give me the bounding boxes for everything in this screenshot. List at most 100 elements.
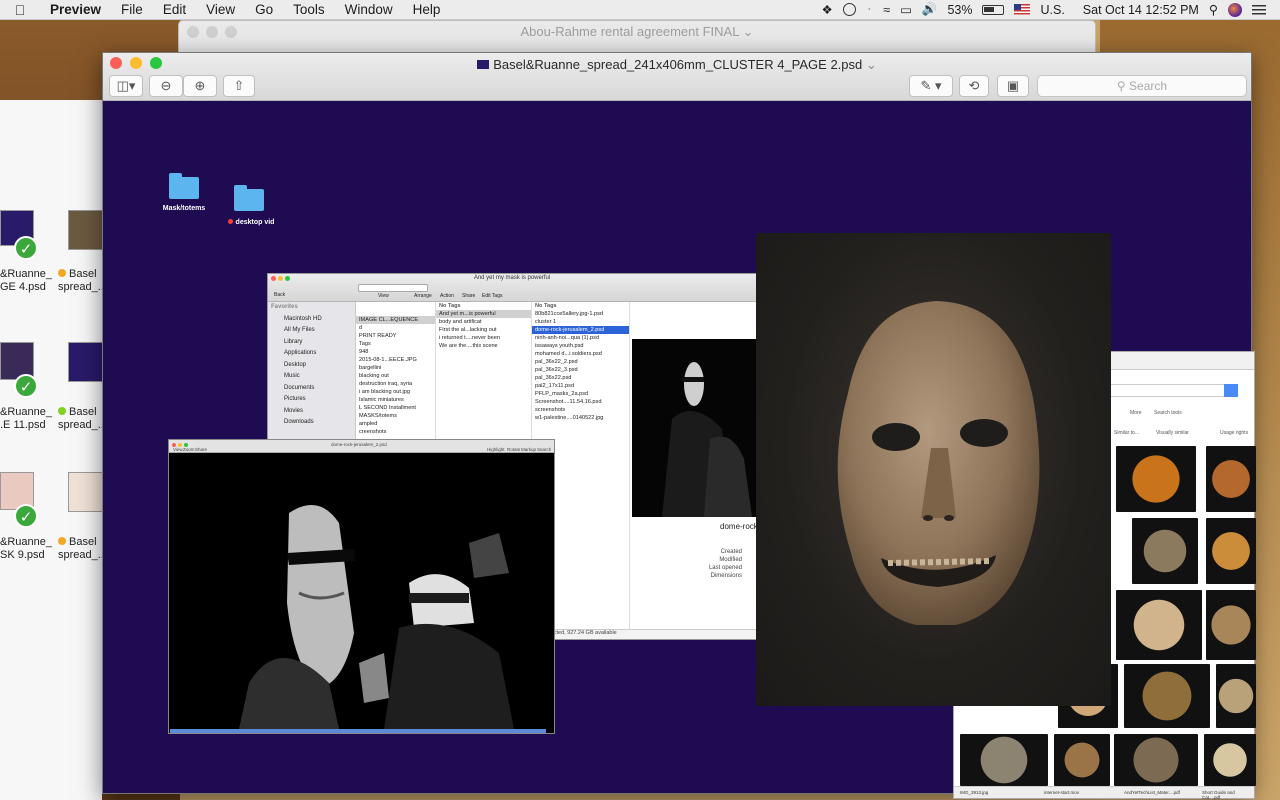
image-result-thumbnail [1132,518,1198,584]
preview-window[interactable]: Basel&Ruanne_spread_241x406mm_CLUSTER 4_… [102,52,1256,800]
toolbox-button[interactable]: ▣ [997,75,1029,97]
download-item: Short Guide and Cat....pdf [1202,790,1235,800]
file-thumbnail[interactable] [68,342,104,382]
input-source[interactable]: U.S. [1040,3,1064,17]
menu-go[interactable]: Go [245,2,283,17]
sidebar-item: Pictures [284,396,306,402]
finder-row: dome-rock-jerusalem_2.psd [532,326,629,334]
finder-row: mohamed d...i soldiers.psd [535,351,602,357]
menu-edit[interactable]: Edit [153,2,196,17]
finder-arrange-label: Arrange [414,293,432,299]
image-result-thumbnail [1206,590,1256,660]
finder-edit-tags-label: Edit Tags [482,293,503,299]
finder-action-label: Action [440,293,454,299]
finder-row: creenshots [359,429,387,435]
share-button[interactable]: ⇧ [223,75,255,97]
finder-row: i am blacking out.jpg [359,389,410,395]
sidebar-toggle-button[interactable]: ◫▾ [109,75,143,97]
toolbar-label: Search [537,447,552,452]
zoom-out-icon: ⊖ [160,78,172,93]
file-name: &Ruanne_ [0,536,52,548]
volume-icon[interactable]: 🔊 [922,2,938,17]
file-name: &Ruanne_ [0,268,52,280]
markup-pen-icon: ✎ ▾ [920,78,942,93]
finder-row: 80b821cce5allery.jpg-1.psd [535,311,603,317]
file-thumbnail[interactable] [68,472,104,512]
menu-help[interactable]: Help [403,2,451,17]
wifi-icon[interactable]: ≈ [883,3,890,17]
menu-window[interactable]: Window [335,2,403,17]
rotate-button[interactable]: ⟲ [959,75,989,97]
menu-bar:  Preview File Edit View Go Tools Window… [0,0,1280,20]
finder-row: Screenshot....11.54.16.psd [535,399,602,405]
finder-row: First the al...lacking out [439,327,497,333]
finder-back-label: Back [274,292,286,298]
synced-check-icon: ✓ [14,504,38,528]
us-flag-icon[interactable] [1014,4,1031,15]
view-mode-segmented-icon [358,284,428,292]
sidebar-item: Documents [284,384,315,391]
dark-photo-image [632,339,756,517]
finder-title: And yet my mask is powerful [473,275,551,281]
dropbox-icon[interactable]: ❖ [821,2,832,17]
finder-row: ampled [359,421,378,427]
finder-share-label: Share [462,293,476,299]
spotlight-search-icon[interactable]: ⚲ [1209,2,1218,17]
window-title: Basel&Ruanne_spread_241x406mm_CLUSTER 4_… [493,57,863,72]
image-result-thumbnail [1116,446,1196,512]
synced-check-icon: ✓ [14,236,38,260]
bluetooth-icon[interactable]: ᛫ [866,3,874,17]
clock[interactable]: Sat Oct 14 12:52 PM [1083,3,1199,17]
markup-button[interactable]: ✎ ▾ [909,75,953,97]
menu-file[interactable]: File [111,2,153,17]
file-name-line2: .E 11.psd [0,419,46,431]
finder-row: We are the....this scene [439,343,498,349]
airplay-icon[interactable]: ▭ [900,2,912,17]
folder-label: Mask/totems [162,205,206,212]
finder-row: pal_36x22_2.psd [535,359,578,365]
red-tag-icon [227,219,233,224]
menu-tools[interactable]: Tools [283,2,335,17]
finder-row: i returned t....never been [439,335,500,341]
zoom-in-button[interactable]: ⊕ [183,75,217,97]
chevron-down-icon[interactable]: ⌄ [866,57,877,72]
finder-row: 948 [359,349,369,355]
finder-row: d [359,325,363,331]
finder-row: PRINT READY [359,333,397,339]
zoom-out-button[interactable]: ⊖ [149,75,183,97]
info-label: Last opened [708,565,742,571]
file-thumbnail[interactable] [68,210,104,250]
creative-cloud-icon[interactable] [842,3,856,16]
toolbar-label: View [173,447,183,452]
orange-tag-icon [58,537,66,545]
sidebar-item: Music [284,373,300,379]
downloads-bar: IMG_3913.jpg internet-start.mov AndYetTe… [954,786,1254,800]
file-name: Basel [69,536,97,548]
column-header: No Tags [535,303,557,309]
stone-mask-image [837,301,1040,625]
finder-window-left[interactable]: ✓ &Ruanne_ GE 4.psd Basel spread_... ✓ &Ru… [0,100,107,800]
folder-icon[interactable] [169,173,199,199]
finder-row: destruction iraq, syria [359,381,413,387]
search-icon: ⚲ [1116,79,1126,93]
battery-icon[interactable] [982,4,1005,15]
sidebar-heading: Favorites [271,304,298,310]
sidebar-item: Library [284,338,303,345]
folder-icon[interactable] [234,185,264,211]
finder-row: Tags [359,341,371,347]
app-menu[interactable]: Preview [40,2,111,17]
finder-row: pal_36x22_3.psd [535,367,578,373]
apple-menu-icon[interactable]:  [0,2,40,18]
toolbar-label: Zoom [183,447,195,452]
menu-view[interactable]: View [196,2,245,17]
search-field[interactable]: ⚲ Search [1037,75,1247,97]
notification-center-icon[interactable] [1252,4,1266,15]
battery-percent[interactable]: 53% [947,3,972,17]
siri-icon[interactable] [1228,2,1242,17]
document-canvas[interactable]: Mask/totems desktop vid And yet my mask … [103,101,1256,800]
toolbar-label: Share [195,447,208,452]
masked-figures-photo [169,453,554,729]
file-name-line2: SK 9.psd [0,549,45,561]
horizontal-scrollbar [170,729,546,733]
folder-label: desktop vid [235,219,275,226]
